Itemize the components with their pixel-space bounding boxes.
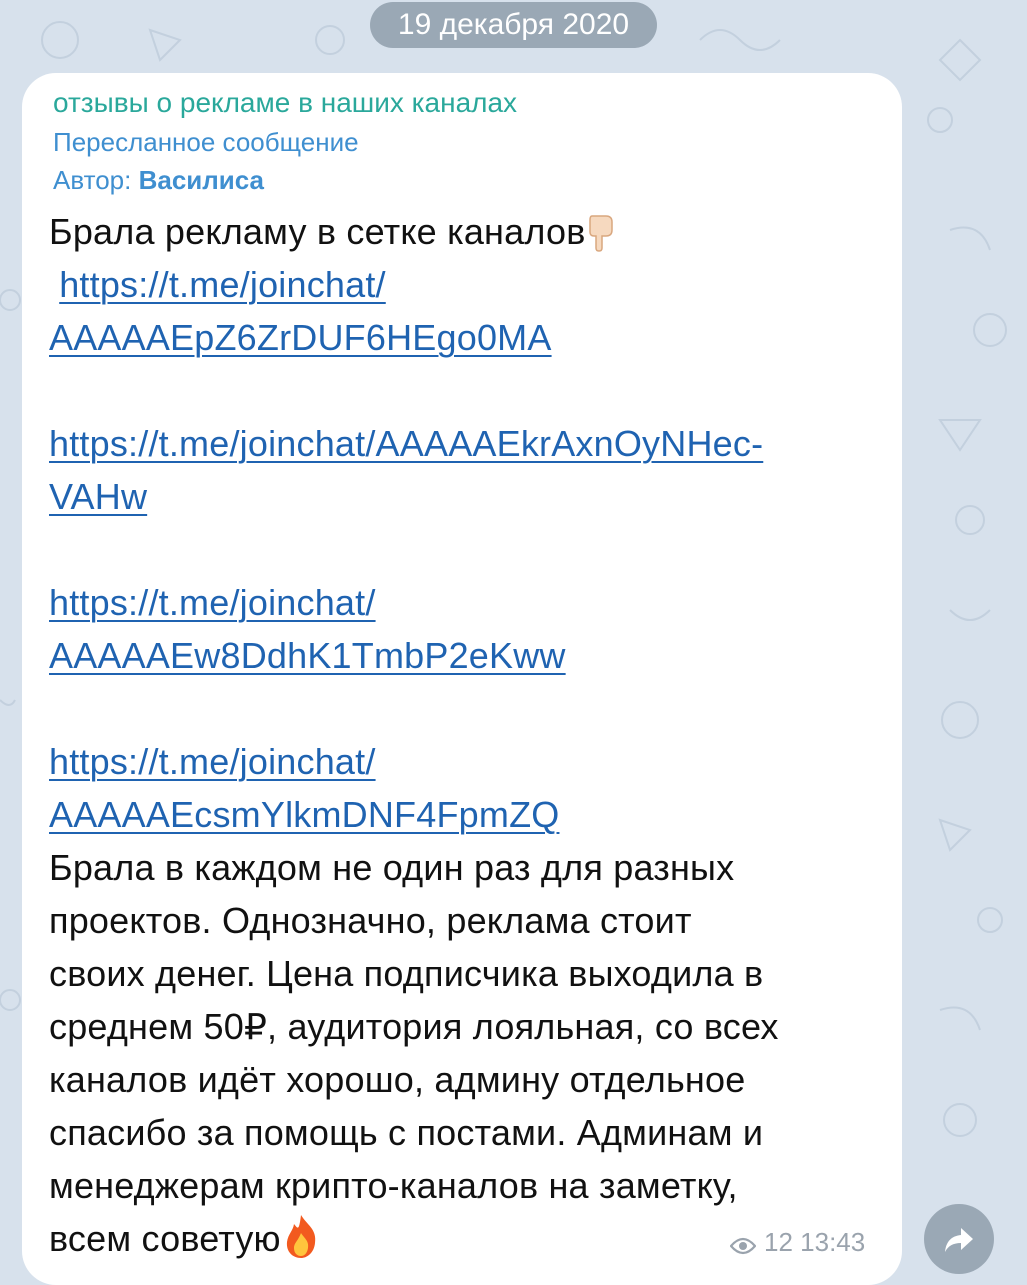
views-count: 12 bbox=[764, 1227, 793, 1257]
message-text-span: Брала в каждом не один раз для разных bbox=[49, 847, 735, 888]
message-text-line: среднем 50₽, аудитория лояльная, со всех bbox=[49, 1000, 879, 1053]
message-link[interactable]: AAAAAEw8DdhK1TmbP2eKww bbox=[49, 635, 566, 676]
message-text-line: проектов. Однозначно, реклама стоит bbox=[49, 894, 879, 947]
message-text-line: менеджерам крипто-каналов на заметку, bbox=[49, 1159, 879, 1212]
message-link-line[interactable]: https://t.me/joinchat/AAAAAEkrAxnOyNHec- bbox=[49, 417, 879, 470]
date-separator: 19 декабря 2020 bbox=[370, 2, 657, 48]
message-link[interactable]: VAHw bbox=[49, 476, 147, 517]
message-link[interactable]: AAAAAEpZ6ZrDUF6HEgo0MA bbox=[49, 317, 552, 358]
message-link-line[interactable]: https://t.me/joinchat/ bbox=[49, 576, 879, 629]
message-text-span: спасибо за помощь с постами. Админам и bbox=[49, 1112, 764, 1153]
message-link-line[interactable]: AAAAAEw8DdhK1TmbP2eKww bbox=[49, 629, 879, 682]
message-link[interactable]: AAAAAEcsmYlkmDNF4FpmZQ bbox=[49, 794, 559, 835]
forwarded-author: Автор: Василиса bbox=[53, 165, 264, 196]
message-text-line: каналов идёт хорошо, админу отдельное bbox=[49, 1053, 879, 1106]
message-text-line: Брала в каждом не один раз для разных bbox=[49, 841, 879, 894]
message-link-line[interactable]: https://t.me/joinchat/ bbox=[49, 258, 879, 311]
message-meta: 12 13:43 bbox=[729, 1227, 866, 1262]
message-text-line: спасибо за помощь с постами. Админам и bbox=[49, 1106, 879, 1159]
eye-icon bbox=[729, 1231, 757, 1262]
message-link[interactable]: https://t.me/joinchat/ bbox=[59, 264, 386, 305]
message-link-line[interactable]: AAAAAEcsmYlkmDNF4FpmZQ bbox=[49, 788, 879, 841]
message-text-span: своих денег. Цена подписчика выходила в bbox=[49, 953, 764, 994]
message-bubble[interactable]: отзывы о рекламе в наших каналах Пересла… bbox=[22, 73, 902, 1285]
message-text-line: Брала рекламу в сетке каналов bbox=[49, 205, 879, 258]
forwarded-label: Пересланное сообщение bbox=[53, 127, 359, 157]
message-text: Брала рекламу в сетке каналов https://t.… bbox=[49, 205, 879, 1265]
fire-emoji-icon bbox=[281, 1213, 321, 1273]
forwarded-channel-name[interactable]: отзывы о рекламе в наших каналах bbox=[53, 87, 517, 119]
message-link[interactable]: https://t.me/joinchat/ bbox=[49, 741, 376, 782]
message-link[interactable]: https://t.me/joinchat/ bbox=[49, 582, 376, 623]
message-text-span: всем советую bbox=[49, 1218, 281, 1259]
message-text-line: своих денег. Цена подписчика выходила в bbox=[49, 947, 879, 1000]
message-text-span: Брала рекламу в сетке каналов bbox=[49, 211, 586, 252]
message-link[interactable]: https://t.me/joinchat/AAAAAEkrAxnOyNHec- bbox=[49, 423, 763, 464]
share-button[interactable] bbox=[924, 1204, 994, 1274]
share-arrow-icon bbox=[945, 1228, 973, 1252]
message-text-span: проектов. Однозначно, реклама стоит bbox=[49, 900, 692, 941]
message-link-line[interactable]: VAHw bbox=[49, 470, 879, 523]
author-name: Василиса bbox=[138, 165, 264, 195]
message-text-span: среднем 50₽, аудитория лояльная, со всех bbox=[49, 1006, 779, 1047]
message-text-span: менеджерам крипто-каналов на заметку, bbox=[49, 1165, 738, 1206]
message-time: 13:43 bbox=[800, 1227, 866, 1257]
message-link-line[interactable]: https://t.me/joinchat/ bbox=[49, 735, 879, 788]
pointing-down-hand-emoji-icon bbox=[586, 212, 620, 266]
message-link-line[interactable]: AAAAAEpZ6ZrDUF6HEgo0MA bbox=[49, 311, 879, 364]
author-prefix: Автор: bbox=[53, 165, 139, 195]
message-text-span: каналов идёт хорошо, админу отдельное bbox=[49, 1059, 746, 1100]
